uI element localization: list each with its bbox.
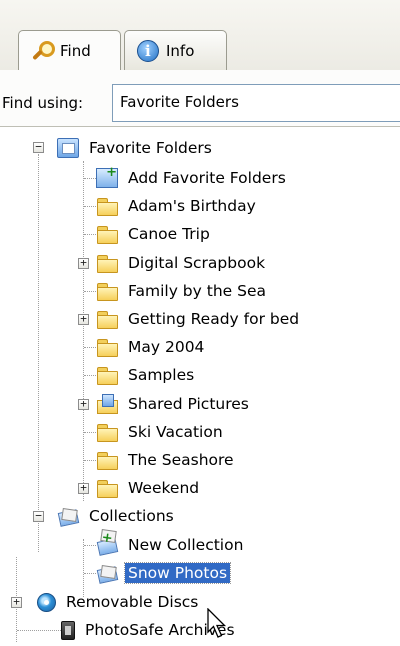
safe-icon (61, 620, 75, 640)
folder-icon (96, 422, 118, 442)
tree-node-the-seashore[interactable]: The Seashore (96, 446, 237, 474)
tree-connector (84, 432, 96, 433)
tab-find[interactable]: Find (18, 30, 121, 71)
tree-node-family-by-the-sea[interactable]: Family by the Sea (96, 277, 269, 305)
node-label: Adam's Birthday (128, 197, 256, 215)
find-using-select[interactable]: Favorite Folders (112, 84, 400, 122)
expand-toggle-removable[interactable]: + (11, 596, 22, 608)
add-folder-icon (96, 165, 118, 188)
magnifier-icon (31, 40, 55, 62)
node-label: Shared Pictures (128, 395, 249, 413)
tree-connector (17, 630, 61, 631)
collection-icon (96, 563, 118, 583)
expand-toggle[interactable]: + (78, 482, 89, 494)
disc-icon (37, 592, 56, 612)
tree-connector (84, 573, 96, 574)
expand-toggle[interactable]: + (78, 398, 89, 410)
folder-icon (96, 196, 118, 216)
tree-node-digital-scrapbook[interactable]: Digital Scrapbook (96, 249, 268, 277)
tree-connector (84, 347, 96, 348)
node-label: Add Favorite Folders (128, 169, 286, 187)
info-icon (137, 39, 159, 62)
node-label: New Collection (128, 536, 244, 554)
collection-icon (57, 506, 79, 526)
collapse-toggle-favorites[interactable]: − (33, 141, 44, 153)
expand-toggle[interactable]: + (78, 313, 89, 325)
node-label: Ski Vacation (128, 423, 223, 441)
tree-connector (84, 460, 96, 461)
tree-node-weekend[interactable]: Weekend (96, 474, 202, 502)
collapse-toggle-collections[interactable]: − (33, 510, 44, 522)
folder-icon (96, 365, 118, 385)
tree-node-add-favorite-folders[interactable]: Add Favorite Folders (96, 164, 289, 192)
folder-icon (96, 478, 118, 498)
tree-node-samples[interactable]: Samples (96, 361, 197, 389)
tree-connector (38, 154, 39, 552)
new-collection-icon (96, 535, 118, 555)
tree-node-may-2004[interactable]: May 2004 (96, 333, 207, 361)
folder-icon (96, 309, 118, 329)
tree-node-ski-vacation[interactable]: Ski Vacation (96, 418, 226, 446)
tab-info[interactable]: Info (124, 30, 227, 70)
shared-folder-icon (96, 394, 118, 414)
tree-connector (84, 178, 96, 179)
tab-strip: Find Info (0, 0, 400, 71)
tree-node-canoe-trip[interactable]: Canoe Trip (96, 220, 213, 248)
folder-tree: − Favorite Folders Add Favorite Folders … (0, 126, 400, 646)
tree-node-getting-ready-for-bed[interactable]: Getting Ready for bed (96, 305, 302, 333)
expand-toggle[interactable]: + (78, 257, 89, 269)
node-label: Collections (89, 507, 174, 525)
folder-icon (96, 450, 118, 470)
tree-node-favorite-folders[interactable]: Favorite Folders (57, 134, 215, 162)
node-label: Samples (128, 366, 195, 384)
tree-node-removable-discs[interactable]: Removable Discs (37, 588, 201, 616)
folder-icon (96, 253, 118, 273)
tab-find-label: Find (60, 41, 91, 60)
folder-icon (96, 281, 118, 301)
mouse-cursor-icon (207, 608, 227, 638)
tree-connector (84, 545, 96, 546)
node-label: May 2004 (128, 338, 205, 356)
tree-node-collections[interactable]: Collections (57, 502, 177, 530)
node-label: The Seashore (128, 451, 234, 469)
folder-icon (96, 337, 118, 357)
node-label: Family by the Sea (128, 282, 266, 300)
node-label: Getting Ready for bed (128, 310, 300, 328)
folder-icon (96, 224, 118, 244)
tree-node-shared-pictures[interactable]: Shared Pictures (96, 390, 252, 418)
tree-node-adams-birthday[interactable]: Adam's Birthday (96, 192, 259, 220)
node-label-selected: Snow Photos (123, 562, 232, 584)
tree-connector (84, 206, 96, 207)
node-label: Removable Discs (66, 593, 199, 611)
tree-connector (84, 375, 96, 376)
tree-node-new-collection[interactable]: New Collection (96, 531, 246, 559)
tree-connector (84, 234, 96, 235)
tree-connector (83, 161, 84, 501)
tab-info-label: Info (166, 41, 195, 60)
favorite-folder-icon (57, 138, 79, 158)
node-label: Canoe Trip (128, 225, 210, 243)
tree-node-snow-photos[interactable]: Snow Photos (96, 559, 232, 587)
tree-connector (84, 291, 96, 292)
node-label: Digital Scrapbook (128, 254, 266, 272)
find-using-label: Find using: (2, 94, 84, 112)
node-label: Favorite Folders (89, 139, 212, 157)
node-label: Weekend (128, 479, 200, 497)
